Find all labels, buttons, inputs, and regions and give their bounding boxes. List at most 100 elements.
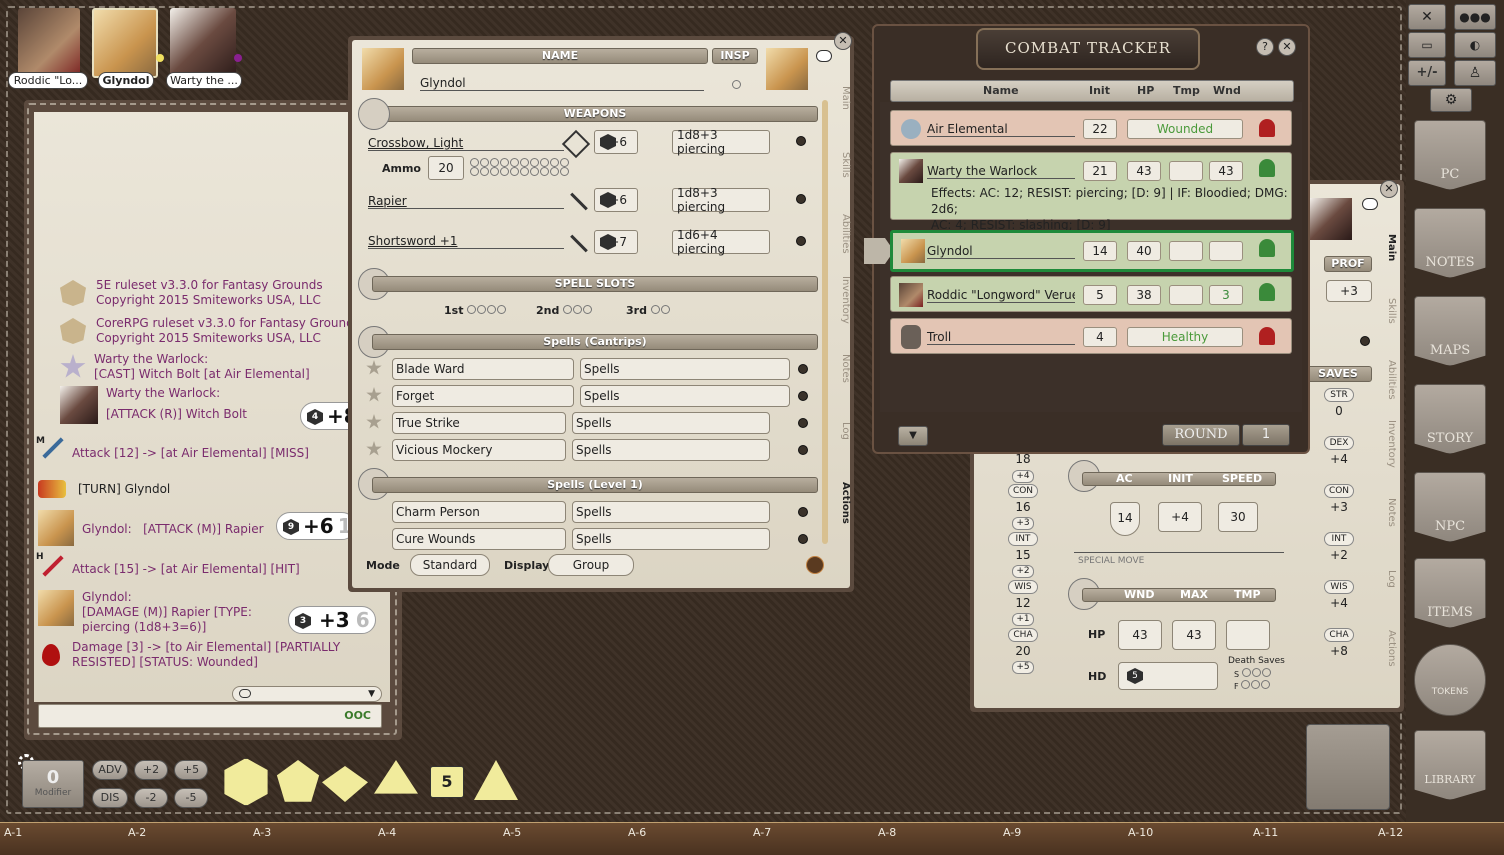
foe-helmet-icon[interactable]: [1259, 119, 1275, 137]
menu-toggle[interactable]: ▼: [898, 426, 928, 446]
tab-log[interactable]: Log: [840, 422, 851, 440]
tab-notes[interactable]: Notes: [1386, 498, 1397, 527]
close-icon[interactable]: ✕: [1278, 38, 1296, 56]
ac-value[interactable]: 14: [1110, 502, 1140, 536]
friend-helmet-icon[interactable]: [1259, 159, 1275, 177]
damage-roll[interactable]: 1d8+3 piercing: [672, 130, 770, 154]
sidebar-tokens-button[interactable]: TOKENS: [1414, 644, 1486, 716]
weapon-action-dot[interactable]: [796, 236, 806, 246]
close-icon[interactable]: ✕: [834, 32, 852, 50]
sidebar-maps-button[interactable]: MAPS: [1414, 296, 1486, 366]
ammo-field[interactable]: 20: [428, 156, 464, 180]
weapon-action-dot[interactable]: [796, 136, 806, 146]
wnd-field[interactable]: 3: [1209, 285, 1243, 305]
chat-input[interactable]: OOC: [38, 704, 382, 728]
save-value[interactable]: +4: [1324, 596, 1354, 610]
combatant-name[interactable]: Roddic "Longword" Veruel: [927, 288, 1075, 303]
scrollbar[interactable]: [822, 100, 828, 544]
spell-row[interactable]: Forget Spells: [366, 385, 826, 407]
toolbar-button[interactable]: ⚙: [1430, 88, 1472, 112]
weapon-name[interactable]: Crossbow, Light: [368, 136, 564, 151]
tracker-row[interactable]: Roddic "Longword" Veruel 5 38 3: [890, 276, 1292, 312]
chat-bubble-icon[interactable]: [816, 50, 832, 62]
ammo-dots[interactable]: [470, 158, 570, 176]
tab-inventory[interactable]: Inventory: [840, 276, 851, 324]
chat-bubble-icon[interactable]: [1362, 198, 1378, 210]
init-field[interactable]: 22: [1083, 119, 1117, 139]
round-value[interactable]: 1: [1242, 424, 1290, 446]
modifier-box[interactable]: 0 Modifier: [22, 760, 84, 808]
sidebar-pc-button[interactable]: PC: [1414, 120, 1486, 190]
prof-value[interactable]: +3: [1326, 280, 1372, 302]
stat-value[interactable]: 12: [1008, 596, 1038, 610]
hp-field[interactable]: 40: [1127, 241, 1161, 261]
tab-main[interactable]: Main: [1386, 234, 1397, 261]
toolbar-button[interactable]: ♙: [1454, 60, 1496, 86]
ooc-label[interactable]: OOC: [344, 709, 371, 722]
stat-value[interactable]: 16: [1008, 500, 1038, 514]
hp-field[interactable]: 43: [1127, 161, 1161, 181]
slot-level[interactable]: 3rd: [626, 304, 671, 317]
slot-level[interactable]: 1st: [444, 304, 507, 317]
foe-helmet-icon[interactable]: [1259, 327, 1275, 345]
name-field[interactable]: Glyndol: [420, 76, 704, 91]
mod-button[interactable]: ADV: [92, 760, 128, 780]
combatant-name[interactable]: Troll: [927, 330, 1075, 345]
speed-value[interactable]: 30: [1218, 502, 1258, 532]
spell-row[interactable]: True Strike Spells: [366, 412, 826, 434]
tab-actions[interactable]: Actions: [840, 482, 851, 524]
combatant-name[interactable]: Air Elemental: [927, 122, 1075, 137]
friend-helmet-icon[interactable]: [1259, 239, 1275, 257]
mod-button[interactable]: +2: [134, 760, 168, 780]
mod-button[interactable]: -2: [134, 788, 168, 808]
weapon-name[interactable]: Rapier: [368, 194, 564, 209]
tracker-row[interactable]: Air Elemental 22 Wounded: [890, 110, 1292, 146]
tab-notes[interactable]: Notes: [840, 354, 851, 383]
stat-value[interactable]: 18: [1008, 452, 1038, 466]
slot-level[interactable]: 2nd: [536, 304, 593, 317]
edit-icon[interactable]: [806, 556, 824, 574]
tab-abilities[interactable]: Abilities: [840, 214, 851, 254]
init-field[interactable]: 4: [1083, 327, 1117, 347]
tracker-row[interactable]: Troll 4 Healthy: [890, 318, 1292, 354]
spell-row[interactable]: Vicious Mockery Spells: [366, 439, 826, 461]
sidebar-notes-button[interactable]: NOTES: [1414, 208, 1486, 278]
close-icon[interactable]: ✕: [1380, 180, 1398, 198]
spell-row[interactable]: Cure Wounds Spells: [366, 528, 826, 550]
tab-abilities[interactable]: Abilities: [1386, 360, 1397, 400]
insp-dot[interactable]: [732, 80, 741, 89]
tab-log[interactable]: Log: [1386, 570, 1397, 588]
weapon-name[interactable]: Shortsword +1: [368, 234, 564, 249]
party-member[interactable]: Glyndol: [90, 8, 162, 90]
damage-roll[interactable]: 1d6+4 piercing: [672, 230, 770, 254]
save-value[interactable]: 0: [1324, 404, 1354, 418]
d6-icon[interactable]: 5: [430, 766, 464, 798]
mod-button[interactable]: DIS: [92, 788, 128, 808]
spell-row[interactable]: Blade Ward Spells: [366, 358, 826, 380]
hp-field[interactable]: 38: [1127, 285, 1161, 305]
save-value[interactable]: +4: [1324, 452, 1354, 466]
toolbar-button[interactable]: +/-: [1408, 60, 1446, 86]
tab-skills[interactable]: Skills: [1386, 298, 1397, 324]
init-value[interactable]: +4: [1158, 502, 1202, 532]
toolbar-button[interactable]: ✕: [1408, 4, 1446, 30]
tracker-row[interactable]: Warty the Warlock 21 43 43 Effects: AC: …: [890, 152, 1292, 220]
tracker-row-active[interactable]: Glyndol 14 40: [890, 230, 1294, 272]
sidebar-story-button[interactable]: STORY: [1414, 384, 1486, 454]
toolbar-button[interactable]: ●●●: [1454, 4, 1496, 30]
toolbar-button[interactable]: ▭: [1408, 32, 1446, 58]
wnd-field[interactable]: [1209, 241, 1243, 261]
action-dot[interactable]: [1360, 336, 1370, 346]
mod-button[interactable]: +5: [174, 760, 208, 780]
mod-button[interactable]: -5: [174, 788, 208, 808]
mode-select[interactable]: Standard: [410, 554, 490, 576]
hd-field[interactable]: 5: [1118, 662, 1218, 690]
tower-icon[interactable]: [1306, 724, 1390, 810]
party-member[interactable]: Warty the ...: [166, 8, 242, 90]
tab-inventory[interactable]: Inventory: [1386, 420, 1397, 468]
spell-row[interactable]: Charm Person Spells: [366, 501, 826, 523]
save-value[interactable]: +2: [1324, 548, 1354, 562]
tab-skills[interactable]: Skills: [840, 152, 851, 178]
sidebar-library-button[interactable]: LIBRARY: [1414, 730, 1486, 800]
damage-roll[interactable]: 1d8+3 piercing: [672, 188, 770, 212]
